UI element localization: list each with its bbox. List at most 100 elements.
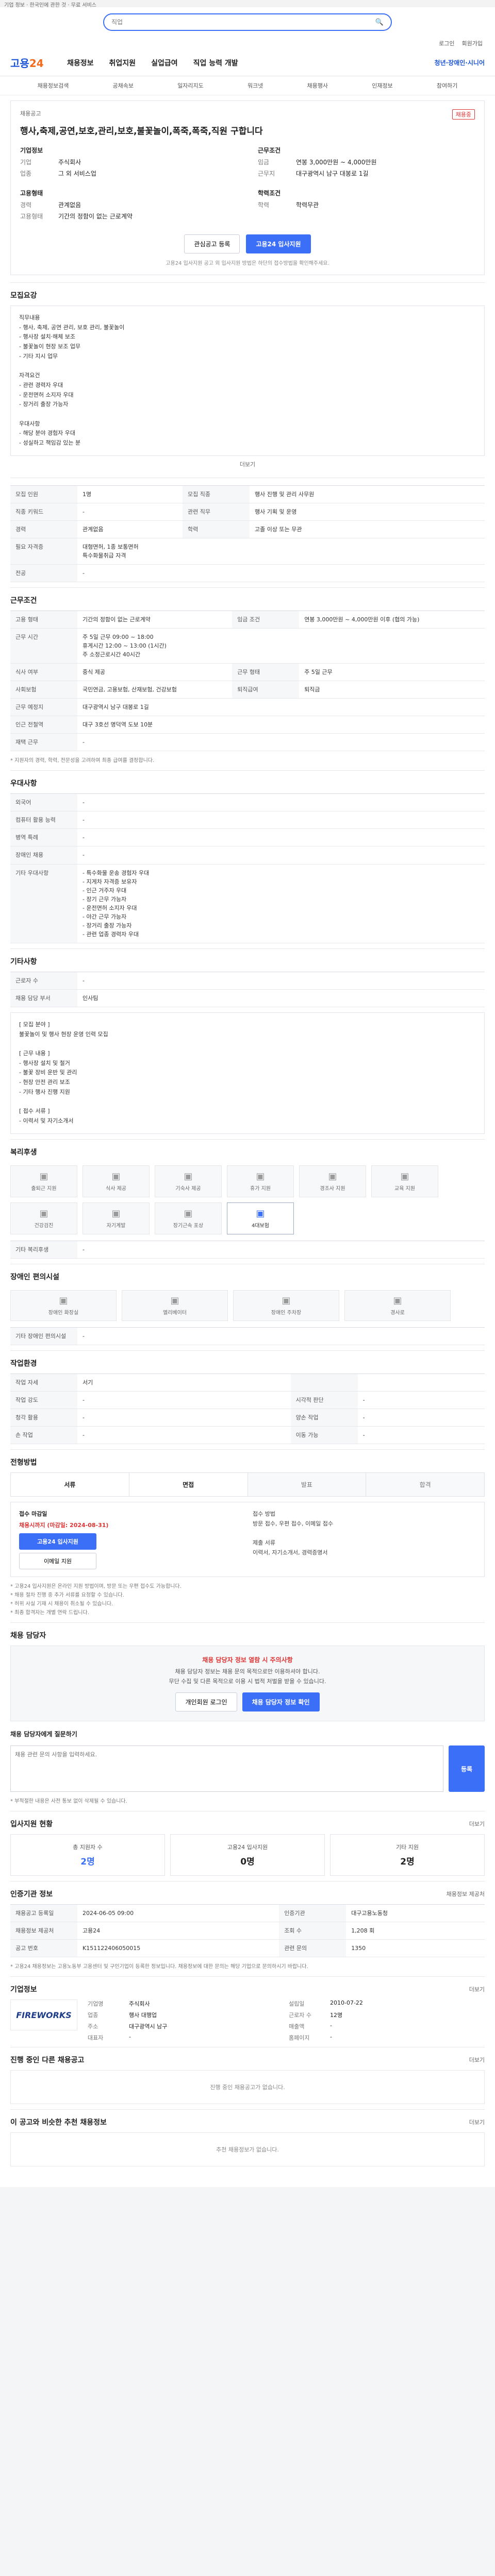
trophy-icon: ▣ bbox=[184, 1208, 193, 1219]
apply-button[interactable]: 고용24 입사지원 bbox=[246, 234, 311, 253]
apply-stats: 총 지원자 수 2명 고용24 입사지원 0명 기타 지원 2명 bbox=[10, 1834, 485, 1876]
status-badge: 채용중 bbox=[452, 109, 475, 120]
menu-jobs[interactable]: 채용정보 bbox=[67, 58, 94, 68]
summary-company: 기업정보 기업 주식회사 업종 그 외 서비스업 bbox=[20, 147, 96, 177]
summary-conditions: 근무조건 임금 연봉 3,000만원 ~ 4,000만원 근무지 대구광역시 남구 … bbox=[258, 147, 377, 177]
welfare-grid: ▣ 출퇴근 지원 ▣ 식사 제공 ▣ 기숙사 제공 ▣ 휴가 지원 ▣ 경조사 지원 ▣ 교… bbox=[10, 1162, 485, 1241]
sub-nav: 채용정보검색 공채속보 일자리지도 워크넷 채용행사 인재정보 참여하기 bbox=[0, 76, 495, 95]
subnav-item[interactable]: 참여하기 bbox=[437, 81, 457, 90]
more-button[interactable]: 더보기 bbox=[10, 456, 485, 472]
menu-employment-support[interactable]: 취업지원 bbox=[109, 58, 136, 68]
menu-unemployment-benefit[interactable]: 실업급여 bbox=[151, 58, 178, 68]
section-title: 기타사항 bbox=[10, 957, 37, 966]
subnav-item[interactable]: 일자리지도 bbox=[177, 81, 204, 90]
job-summary-card: 채용공고 채용중 행사,축제,공연,보호,관리,보호,불꽃놀이,폭죽,폭죽,직원… bbox=[10, 100, 485, 275]
step-item: 면접 bbox=[129, 1472, 248, 1496]
signup-link[interactable]: 회원가입 bbox=[462, 39, 483, 47]
search-bar: 🔍 bbox=[0, 7, 495, 37]
global-nav: 고용24 채용정보 취업지원 실업급여 직업 능력 개발 청년·장애인·시니어 bbox=[0, 49, 495, 76]
info-aux[interactable]: 채용정보 제공처 bbox=[447, 1890, 485, 1898]
welfare-card-active: ▣ 4대보험 bbox=[227, 1202, 294, 1234]
site-logo[interactable]: 고용24 bbox=[10, 55, 67, 70]
section-title: 우대사항 bbox=[10, 779, 37, 788]
qa-note: * 부적절한 내용은 사전 통보 없이 삭제될 수 있습니다. bbox=[10, 1799, 127, 1805]
section-title: 채용 담당자 bbox=[10, 1631, 46, 1640]
recruit-section: 모집 인원 1명 모집 직종 행사 진행 및 관리 사무원 직종 키워드 - 관련 직무 행… bbox=[10, 477, 485, 587]
more-link[interactable]: 더보기 bbox=[469, 1820, 485, 1828]
login-button[interactable]: 개인회원 로그인 bbox=[175, 1692, 237, 1712]
welfare-card: ▣ 휴가 지원 bbox=[227, 1165, 294, 1197]
contact-warning: 채용 담당자 정보 열람 시 주의사항 bbox=[202, 1656, 293, 1664]
job-title: 행사,축제,공연,보호,관리,보호,불꽃놀이,폭죽,폭죽,직원 구합니다 bbox=[20, 126, 263, 137]
welfare-card: ▣ 자기계발 bbox=[82, 1202, 150, 1234]
welfare-section: 복리후생 ▣ 출퇴근 지원 ▣ 식사 제공 ▣ 기숙사 제공 ▣ 휴가 지원 ▣ 경조사 … bbox=[10, 1139, 485, 1264]
calendar-icon: ▣ bbox=[256, 1171, 265, 1182]
more-link[interactable]: 더보기 bbox=[469, 2118, 485, 2126]
related-section: 진행 중인 다른 채용공고 더보기 진행 중인 채용공고가 없습니다. bbox=[10, 2047, 485, 2109]
info-table: 채용공고 등록일 2024-06-05 09:00 인증기관 대구고용노동청 채용정보… bbox=[10, 1904, 485, 1958]
more-link[interactable]: 더보기 bbox=[469, 2056, 485, 2064]
heart-icon: ▣ bbox=[39, 1208, 48, 1219]
apply-method: 접수 방법 방문 접수, 우편 접수, 이메일 접수 제출 서류 이력서, 자기… bbox=[253, 1510, 334, 1556]
more-link[interactable]: 더보기 bbox=[469, 1985, 485, 1993]
disability-extra-table: 기타 장애인 편의시설 - bbox=[10, 1327, 485, 1345]
login-link[interactable]: 로그인 bbox=[439, 39, 454, 47]
facility-card: ▣ 장애인 주차장 bbox=[233, 1290, 339, 1321]
section-title: 작업환경 bbox=[10, 1359, 37, 1368]
conditions-note: * 지원자의 경력, 학력, 전문성을 고려하여 최종 급여를 결정합니다. bbox=[10, 758, 155, 764]
company-logo: FIREWORKS bbox=[10, 1999, 77, 2031]
welfare-card: ▣ 식사 제공 bbox=[82, 1165, 150, 1197]
facility-card: ▣ 경사로 bbox=[344, 1290, 451, 1321]
subnav-item[interactable]: 워크넷 bbox=[248, 81, 263, 90]
ramp-icon: ▣ bbox=[393, 1295, 402, 1306]
step-item: 합격 bbox=[366, 1472, 484, 1496]
subnav-item[interactable]: 채용행사 bbox=[307, 81, 328, 90]
top-note: 기업 정보 · 한국인에 관한 것 · 무료 서비스 bbox=[0, 0, 495, 8]
etc-body: [ 모집 분야 ] 불꽃놀이 및 행사 현장 운영 인력 모집 [ 근무 내용 … bbox=[10, 1012, 485, 1134]
qa-submit-button[interactable]: 등록 bbox=[449, 1745, 485, 1792]
email-apply-button[interactable]: 이메일 지원 bbox=[19, 1552, 96, 1569]
recommend-section: 이 공고와 비슷한 추천 채용정보 더보기 추천 채용정보가 없습니다. bbox=[10, 2109, 485, 2172]
apply-box: 접수 마감일 채용시까지 (마감일: 2024-08-31) 고용24 입사지원… bbox=[10, 1501, 485, 1577]
section-title: 인증기관 정보 bbox=[10, 1890, 53, 1899]
view-contact-button[interactable]: 채용 담당자 정보 확인 bbox=[242, 1692, 320, 1712]
search-input[interactable] bbox=[111, 19, 370, 26]
company-grid: 기업명 주식회사 설립일 2010-07-22 업종 행사 대행업 근로자 수 12명 주소… bbox=[88, 1999, 363, 2042]
menu-skills-development[interactable]: 직업 능력 개발 bbox=[193, 58, 238, 68]
subnav-item[interactable]: 채용정보검색 bbox=[38, 81, 69, 90]
procedure-fine: * 고용24 입사지원은 온라인 지원 방법이며, 방문 또는 우편 접수도 가… bbox=[10, 1583, 182, 1616]
welfare-card: ▣ 경조사 지원 bbox=[299, 1165, 366, 1197]
contact-section: 채용 담당자 채용 담당자 정보 열람 시 주의사항 채용 담당자 정보는 채용… bbox=[10, 1622, 485, 1811]
section-title: 근무조건 bbox=[10, 596, 37, 605]
contact-box: 채용 담당자 정보 열람 시 주의사항 채용 담당자 정보는 채용 문의 목적으… bbox=[10, 1645, 485, 1722]
company-info: FIREWORKS 기업명 주식회사 설립일 2010-07-22 업종 행사 대행업 근… bbox=[10, 1999, 485, 2042]
bus-icon: ▣ bbox=[39, 1171, 48, 1182]
stat-card: 총 지원자 수 2명 bbox=[10, 1834, 165, 1876]
detail-body: 직무내용 - 행사, 축제, 공연 관리, 보호 관리, 불꽃놀이 - 행사장 … bbox=[10, 306, 485, 456]
qa-input[interactable] bbox=[10, 1745, 443, 1792]
scrap-button[interactable]: 관심공고 등록 bbox=[184, 234, 240, 253]
search-icon[interactable]: 🔍 bbox=[375, 19, 384, 26]
menu-extra[interactable]: 청년·장애인·시니어 bbox=[435, 58, 485, 67]
recruit-table: 모집 인원 1명 모집 직종 행사 진행 및 관리 사무원 직종 키워드 - 관련 직무 행… bbox=[10, 485, 485, 582]
procedure-section: 전형방법 서류 면접 발표 합격 접수 마감일 채용시까지 (마감일: 2024… bbox=[10, 1449, 485, 1622]
section-title: 입사지원 현황 bbox=[10, 1820, 53, 1829]
detail-section: 모집요강 직무내용 - 행사, 축제, 공연 관리, 보호 관리, 불꽃놀이 -… bbox=[10, 282, 485, 478]
subnav-item[interactable]: 인재정보 bbox=[372, 81, 392, 90]
etc-table: 근로자 수- 채용 담당 부서 인사팀 bbox=[10, 971, 485, 1007]
search-box[interactable]: 🔍 bbox=[103, 13, 392, 31]
toilet-icon: ▣ bbox=[59, 1295, 68, 1306]
job-summary: 기업정보 기업 주식회사 업종 그 외 서비스업 근무조건 임금 연봉 3,000만원… bbox=[20, 146, 475, 223]
subnav-item[interactable]: 공채속보 bbox=[113, 81, 134, 90]
summary-career: 고용형태 경력 관계없음 고용형태 기간의 정함이 없는 근로계약 bbox=[20, 190, 133, 220]
disability-grid: ▣ 장애인 화장실 ▣ 엘리베이터 ▣ 장애인 주차장 ▣ 경사로 bbox=[10, 1287, 485, 1327]
apply-button-bottom[interactable]: 고용24 입사지원 bbox=[19, 1533, 96, 1550]
facility-card: ▣ 엘리베이터 bbox=[122, 1290, 228, 1321]
home-icon: ▣ bbox=[184, 1171, 193, 1182]
gift-icon: ▣ bbox=[328, 1171, 337, 1182]
section-title: 전형방법 bbox=[10, 1458, 37, 1467]
shield-icon: ▣ bbox=[256, 1208, 265, 1219]
section-title: 장애인 편의시설 bbox=[10, 1273, 60, 1281]
etc-section: 기타사항 근로자 수- 채용 담당 부서 인사팀 [ 모집 분야 ] 불꽃놀이 및… bbox=[10, 948, 485, 1139]
job-actions: 관심공고 등록 고용24 입사지원 bbox=[20, 234, 475, 253]
